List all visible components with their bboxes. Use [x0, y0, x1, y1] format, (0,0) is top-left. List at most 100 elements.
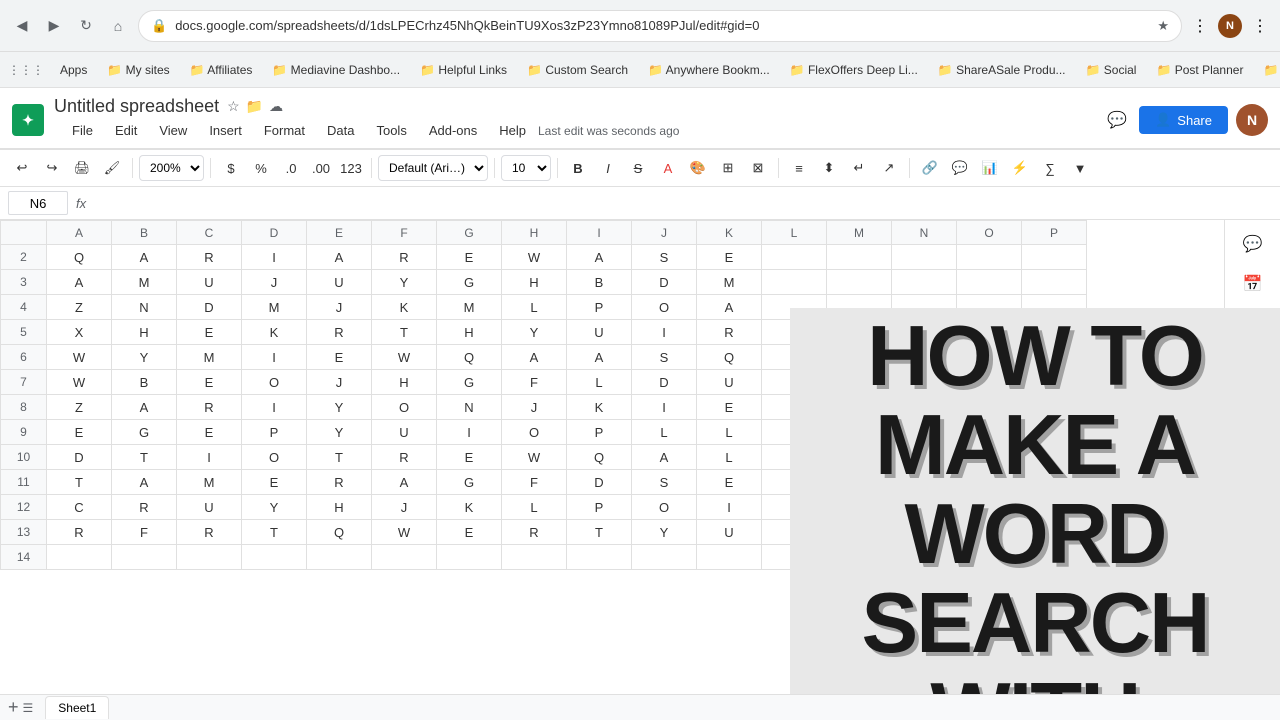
cell-P3[interactable]	[1022, 270, 1087, 295]
cell-K9[interactable]: L	[697, 420, 762, 445]
cell-E3[interactable]: U	[307, 270, 372, 295]
cell-J7[interactable]: D	[632, 370, 697, 395]
side-panel-chat-icon[interactable]: 💬	[1237, 228, 1269, 260]
share-button[interactable]: 👤 Share	[1139, 106, 1228, 134]
cell-O2[interactable]	[957, 245, 1022, 270]
reload-button[interactable]: ↻	[72, 12, 100, 40]
cell-C2[interactable]: R	[177, 245, 242, 270]
profile-icon[interactable]: N	[1218, 14, 1242, 38]
cell-F6[interactable]: W	[372, 345, 437, 370]
cell-J11[interactable]: S	[632, 470, 697, 495]
cell-H9[interactable]: O	[502, 420, 567, 445]
cell-N6[interactable]	[892, 345, 957, 370]
cell-E10[interactable]: T	[307, 445, 372, 470]
row-header-14[interactable]: 14	[1, 545, 47, 570]
row-header-5[interactable]: 5	[1, 320, 47, 345]
menu-file[interactable]: File	[62, 119, 103, 142]
cell-E5[interactable]: R	[307, 320, 372, 345]
cell-I4[interactable]: P	[567, 295, 632, 320]
cell-M10[interactable]	[827, 445, 892, 470]
cell-J3[interactable]: D	[632, 270, 697, 295]
col-header-n[interactable]: N	[892, 221, 957, 245]
cell-O11[interactable]	[957, 470, 1022, 495]
cell-P5[interactable]	[1022, 320, 1087, 345]
cell-B7[interactable]: B	[112, 370, 177, 395]
row-header-13[interactable]: 13	[1, 520, 47, 545]
cell-E13[interactable]: Q	[307, 520, 372, 545]
cell-F13[interactable]: W	[372, 520, 437, 545]
cell-I8[interactable]: K	[567, 395, 632, 420]
cell-G6[interactable]: Q	[437, 345, 502, 370]
cell-P14[interactable]	[1022, 545, 1087, 570]
chart-button[interactable]: 📊	[976, 154, 1004, 182]
menu-data[interactable]: Data	[317, 119, 364, 142]
row-header-9[interactable]: 9	[1, 420, 47, 445]
cell-B4[interactable]: N	[112, 295, 177, 320]
cell-A7[interactable]: W	[47, 370, 112, 395]
cell-I12[interactable]: P	[567, 495, 632, 520]
cell-E6[interactable]: E	[307, 345, 372, 370]
cell-K3[interactable]: M	[697, 270, 762, 295]
cell-M8[interactable]	[827, 395, 892, 420]
cell-F2[interactable]: R	[372, 245, 437, 270]
col-header-j[interactable]: J	[632, 221, 697, 245]
cell-D13[interactable]: T	[242, 520, 307, 545]
cell-F7[interactable]: H	[372, 370, 437, 395]
sheet-tab-1[interactable]: Sheet1	[45, 696, 109, 719]
cell-I9[interactable]: P	[567, 420, 632, 445]
cell-O14[interactable]	[957, 545, 1022, 570]
menu-format[interactable]: Format	[254, 119, 315, 142]
cell-F4[interactable]: K	[372, 295, 437, 320]
cell-P4[interactable]	[1022, 295, 1087, 320]
cell-I14[interactable]	[567, 545, 632, 570]
cell-F12[interactable]: J	[372, 495, 437, 520]
row-header-6[interactable]: 6	[1, 345, 47, 370]
cell-D8[interactable]: I	[242, 395, 307, 420]
cell-N13[interactable]	[892, 520, 957, 545]
cell-L8[interactable]	[762, 395, 827, 420]
bookmark-helpful-links[interactable]: 📁 Helpful Links	[412, 59, 515, 81]
cell-I3[interactable]: B	[567, 270, 632, 295]
cell-P13[interactable]	[1022, 520, 1087, 545]
cell-E12[interactable]: H	[307, 495, 372, 520]
cell-C7[interactable]: E	[177, 370, 242, 395]
cell-D10[interactable]: O	[242, 445, 307, 470]
cell-M9[interactable]	[827, 420, 892, 445]
cell-D9[interactable]: P	[242, 420, 307, 445]
cell-J9[interactable]: L	[632, 420, 697, 445]
home-button[interactable]: ⌂	[104, 12, 132, 40]
cell-E2[interactable]: A	[307, 245, 372, 270]
cell-M13[interactable]	[827, 520, 892, 545]
strikethrough-button[interactable]: S	[624, 154, 652, 182]
wrap-button[interactable]: ↵	[845, 154, 873, 182]
col-header-m[interactable]: M	[827, 221, 892, 245]
cell-D5[interactable]: K	[242, 320, 307, 345]
bookmark-custom-search[interactable]: 📁 Custom Search	[519, 59, 636, 81]
font-select[interactable]: Default (Ari…)	[378, 155, 488, 181]
cell-D12[interactable]: Y	[242, 495, 307, 520]
cell-D14[interactable]	[242, 545, 307, 570]
cell-B10[interactable]: T	[112, 445, 177, 470]
star-icon[interactable]: ☆	[227, 98, 240, 115]
forward-button[interactable]: ▶	[40, 12, 68, 40]
cell-L7[interactable]	[762, 370, 827, 395]
cell-O8[interactable]	[957, 395, 1022, 420]
cell-D3[interactable]: J	[242, 270, 307, 295]
cell-N4[interactable]	[892, 295, 957, 320]
cell-B11[interactable]: A	[112, 470, 177, 495]
cell-A9[interactable]: E	[47, 420, 112, 445]
cell-G7[interactable]: G	[437, 370, 502, 395]
row-header-10[interactable]: 10	[1, 445, 47, 470]
back-button[interactable]: ◀	[8, 12, 36, 40]
cell-G9[interactable]: I	[437, 420, 502, 445]
borders-button[interactable]: ⊞	[714, 154, 742, 182]
row-header-2[interactable]: 2	[1, 245, 47, 270]
cell-F11[interactable]: A	[372, 470, 437, 495]
decimal-decrease-button[interactable]: .0	[277, 154, 305, 182]
cell-A5[interactable]: X	[47, 320, 112, 345]
text-color-button[interactable]: A	[654, 154, 682, 182]
cell-G8[interactable]: N	[437, 395, 502, 420]
cell-C11[interactable]: M	[177, 470, 242, 495]
decimal-increase-button[interactable]: .00	[307, 154, 335, 182]
cell-I7[interactable]: L	[567, 370, 632, 395]
